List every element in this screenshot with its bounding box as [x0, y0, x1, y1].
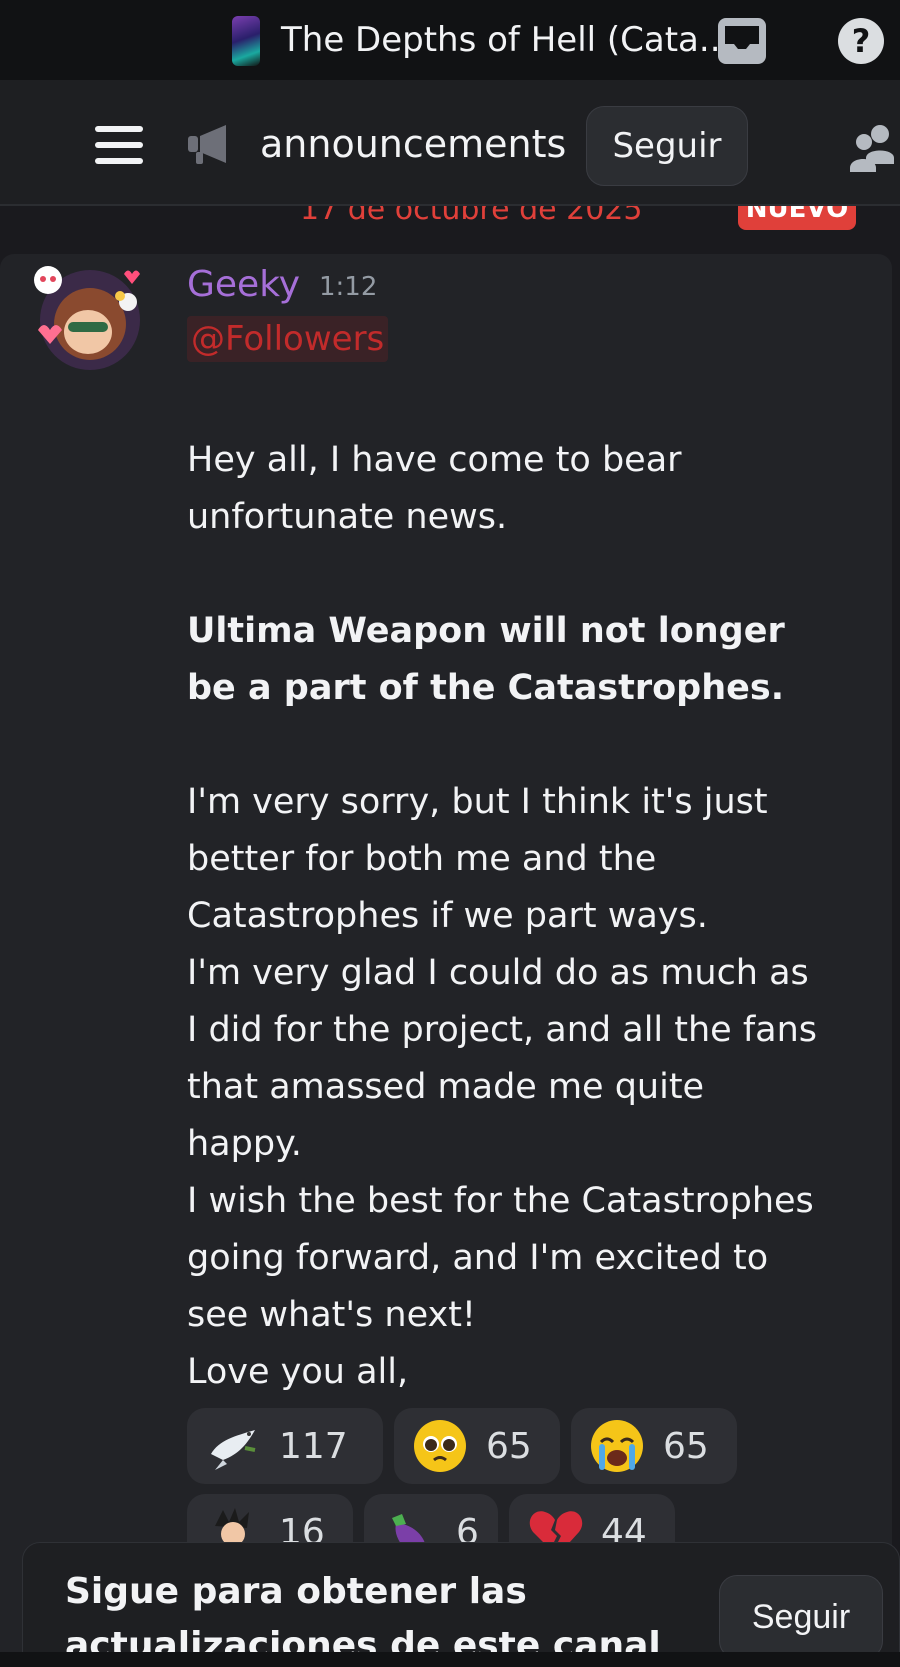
reaction-count: 117 — [279, 1425, 348, 1467]
top-bar: The Depths of Hell (Cata... ? — [0, 0, 900, 80]
loudly-crying-face-icon — [589, 1418, 645, 1474]
message-paragraph: Hey all, I have come to bear unfortunate… — [187, 440, 682, 537]
megaphone-icon — [186, 122, 234, 166]
server-title[interactable]: The Depths of Hell (Cata... — [281, 18, 731, 62]
message-timestamp: 1:12 — [319, 272, 378, 302]
avatar[interactable] — [30, 260, 148, 378]
date-label: 17 de octubre de 2025 — [300, 206, 643, 227]
channel-name[interactable]: announcements — [260, 120, 566, 168]
inbox-icon[interactable] — [716, 16, 768, 66]
new-badge: NUEVO — [738, 206, 856, 230]
date-divider: 17 de octubre de 2025 NUEVO — [0, 206, 900, 254]
follow-button[interactable]: Seguir — [586, 106, 748, 186]
follow-prompt-panel: Sigue para obtener las actualizaciones d… — [22, 1542, 900, 1667]
reaction-crying[interactable]: 65 — [571, 1408, 737, 1484]
message-author[interactable]: Geeky — [187, 262, 300, 308]
channel-header: announcements Seguir — [0, 80, 900, 206]
hamburger-menu-icon[interactable] — [95, 126, 143, 164]
message-paragraph: I'm very sorry, but I think it's just be… — [187, 782, 818, 1449]
reaction-pleading[interactable]: 65 — [394, 1408, 560, 1484]
follow-channel-button[interactable]: Seguir — [719, 1575, 883, 1659]
server-icon[interactable] — [232, 16, 260, 66]
help-icon[interactable]: ? — [838, 18, 884, 64]
message-paragraph-bold: Ultima Weapon will not longer be a part … — [187, 611, 785, 708]
message-content: Hey all, I have come to bear unfortunate… — [187, 432, 827, 1458]
reaction-dove[interactable]: 117 — [187, 1408, 383, 1484]
reaction-count: 65 — [663, 1425, 709, 1467]
members-icon[interactable] — [846, 120, 900, 172]
system-nav-bar — [0, 1652, 900, 1667]
message[interactable]: Geeky 1:12 @Followers Hey all, I have co… — [0, 254, 892, 1667]
pleading-face-icon — [412, 1418, 468, 1474]
role-mention[interactable]: @Followers — [187, 316, 389, 362]
dove-icon — [205, 1418, 261, 1474]
reaction-count: 65 — [486, 1425, 532, 1467]
